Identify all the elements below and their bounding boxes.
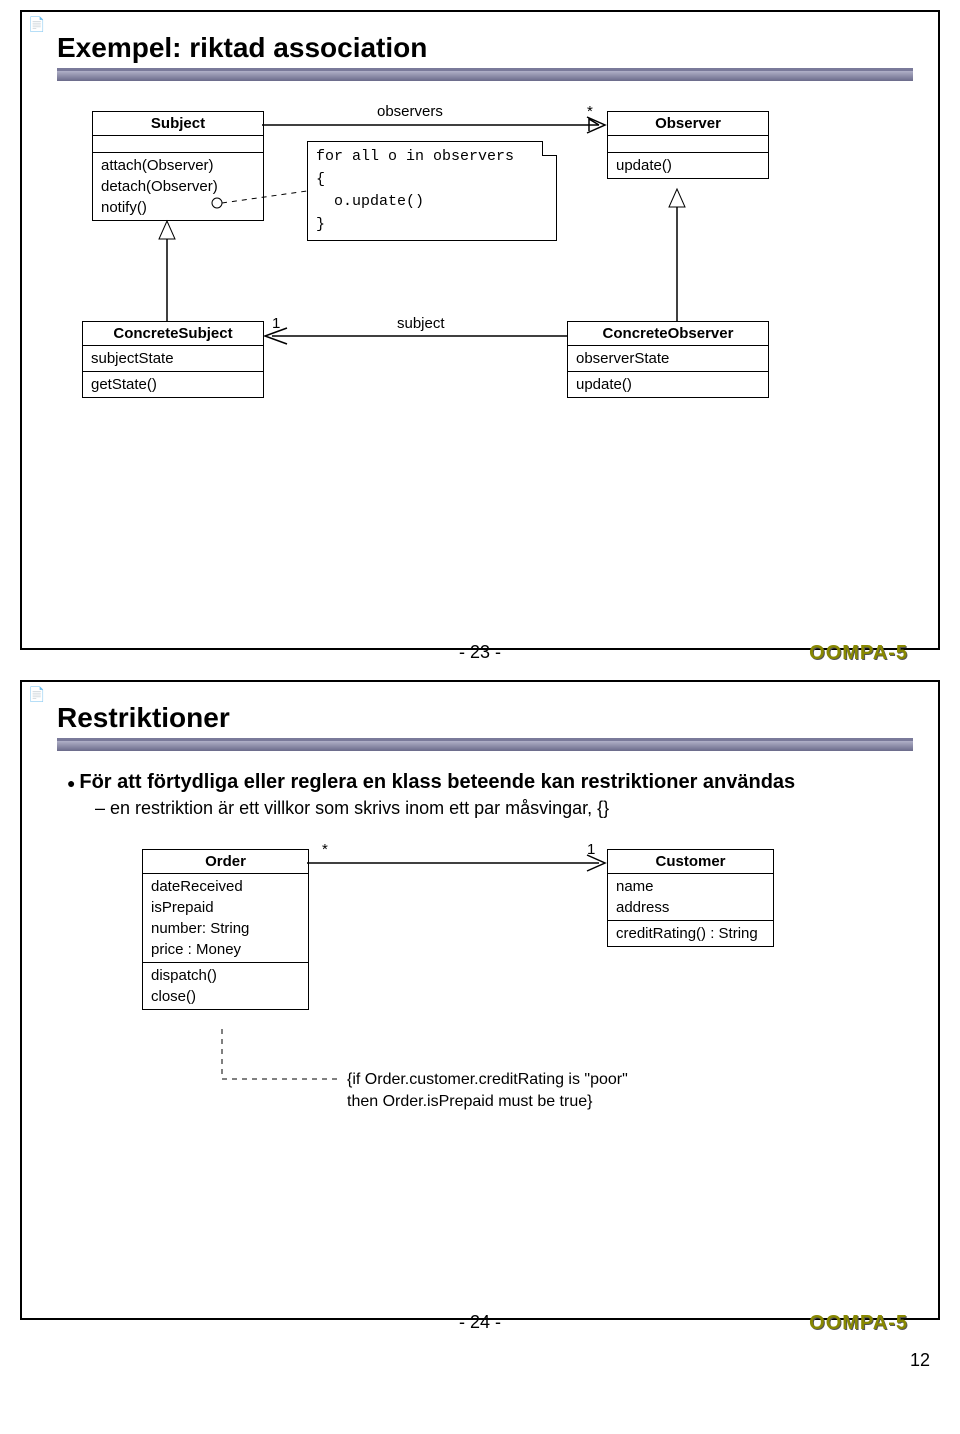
class-concrete-subject: ConcreteSubject subjectState getState() [82, 321, 264, 398]
class-name: ConcreteObserver [568, 322, 768, 346]
attr: isPrepaid [151, 897, 300, 918]
page-icon: 📄 [28, 16, 45, 33]
title-bar [57, 68, 913, 81]
doc-page-number: 12 [0, 1350, 960, 1381]
class-attrs: subjectState [83, 346, 263, 372]
note-box: for all o in observers { o.update() } [307, 141, 557, 241]
class-subject: Subject attach(Observer) detach(Observer… [92, 111, 264, 221]
op: update() [616, 155, 760, 176]
class-attrs: name address [608, 874, 773, 921]
class-name: Subject [93, 112, 263, 136]
class-name: Observer [608, 112, 768, 136]
assoc-mult: * [587, 103, 593, 120]
class-ops: getState() [83, 372, 263, 397]
attr: dateReceived [151, 876, 300, 897]
class-ops: attach(Observer) detach(Observer) notify… [93, 153, 263, 220]
op: close() [151, 986, 300, 1007]
bullet-text: För att förtydliga eller reglera en klas… [67, 771, 913, 794]
op: attach(Observer) [101, 155, 255, 176]
op: detach(Observer) [101, 176, 255, 197]
mult-left: * [322, 841, 328, 858]
subbullet-text: en restriktion är ett villkor som skrivs… [95, 798, 913, 819]
class-attrs: observerState [568, 346, 768, 372]
title-bar [57, 738, 913, 751]
bullet-block: För att förtydliga eller reglera en klas… [67, 771, 913, 819]
class-observer: Observer update() [607, 111, 769, 179]
constraint-line: {if Order.customer.creditRating is "poor… [347, 1069, 628, 1091]
slide-24: 📄 Restriktioner För att förtydliga eller… [20, 680, 940, 1320]
class-name: ConcreteSubject [83, 322, 263, 346]
class-attrs [93, 136, 263, 153]
class-customer: Customer name address creditRating() : S… [607, 849, 774, 947]
slide-title: Exempel: riktad association [57, 32, 913, 64]
attr: price : Money [151, 939, 300, 960]
note-line: } [316, 214, 546, 237]
constraint-line: then Order.isPrepaid must be true} [347, 1091, 628, 1113]
diagram-canvas: Subject attach(Observer) detach(Observer… [47, 81, 913, 601]
brand-label: OOMPA-5 [809, 642, 908, 665]
page-number: - 23 - [459, 642, 501, 663]
note-line: for all o in observers [316, 146, 546, 169]
op: update() [576, 374, 760, 395]
constraint-note: {if Order.customer.creditRating is "poor… [347, 1069, 628, 1114]
op: notify() [101, 197, 255, 218]
note-line: o.update() [316, 191, 546, 214]
page-number: - 24 - [459, 1312, 501, 1333]
diagram-canvas-2: Order dateReceived isPrepaid number: Str… [47, 819, 913, 1219]
assoc-label: observers [377, 103, 443, 120]
mult-right: 1 [587, 841, 595, 858]
class-ops: dispatch() close() [143, 963, 308, 1009]
class-ops: update() [608, 153, 768, 178]
op: dispatch() [151, 965, 300, 986]
class-concrete-observer: ConcreteObserver observerState update() [567, 321, 769, 398]
class-ops: creditRating() : String [608, 921, 773, 946]
class-attrs: dateReceived isPrepaid number: String pr… [143, 874, 308, 963]
page-icon: 📄 [28, 686, 45, 703]
class-order: Order dateReceived isPrepaid number: Str… [142, 849, 309, 1010]
class-name: Customer [608, 850, 773, 874]
subject-mult: 1 [272, 315, 280, 332]
class-name: Order [143, 850, 308, 874]
op: getState() [91, 374, 255, 395]
slide-23: 📄 Exempel: riktad association Subject at… [20, 10, 940, 650]
attr: subjectState [91, 348, 255, 369]
subject-label: subject [397, 315, 445, 332]
op: creditRating() : String [616, 923, 765, 944]
attr: number: String [151, 918, 300, 939]
attr: name [616, 876, 765, 897]
slide-title: Restriktioner [57, 702, 913, 734]
class-attrs [608, 136, 768, 153]
note-fold-icon [542, 141, 557, 156]
attr: address [616, 897, 765, 918]
attr: observerState [576, 348, 760, 369]
brand-label: OOMPA-5 [809, 1312, 908, 1335]
class-ops: update() [568, 372, 768, 397]
note-line: { [316, 169, 546, 192]
